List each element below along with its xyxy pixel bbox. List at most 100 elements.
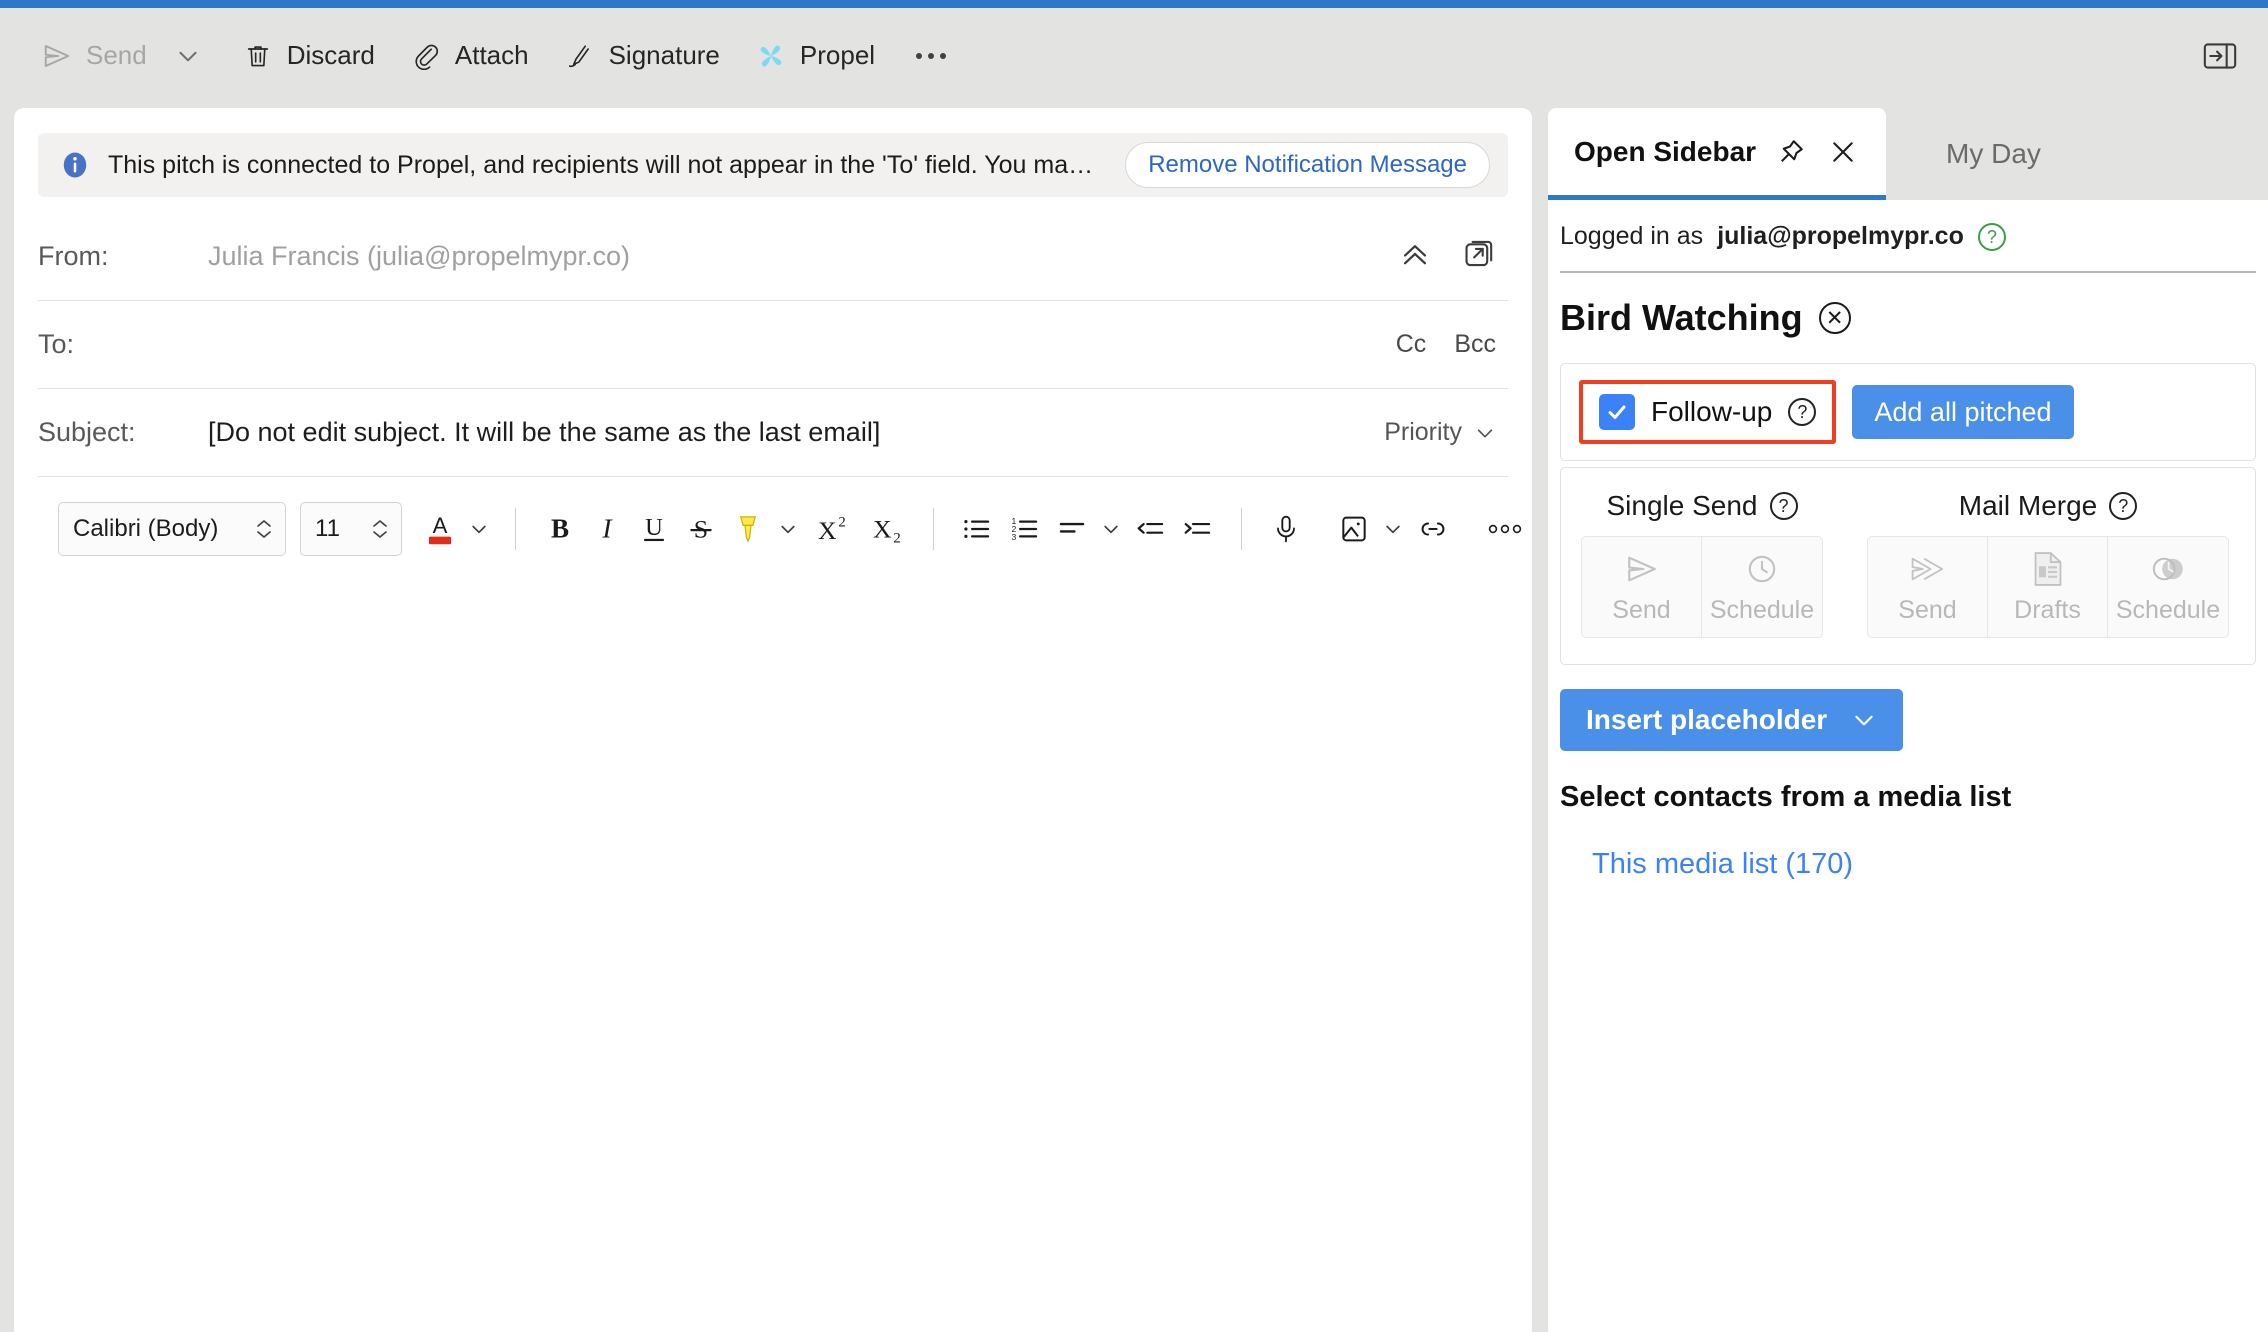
formatting-toolbar: Calibri (Body) 11 A B I U X 2 X 2 1 2 3 (58, 499, 1532, 559)
mail-merge-drafts-button[interactable]: Drafts (1988, 537, 2108, 637)
bold-icon: B (551, 514, 569, 544)
logged-in-prefix: Logged in as (1560, 222, 1704, 250)
close-icon[interactable] (1826, 135, 1860, 169)
priority-dropdown[interactable]: Priority (1384, 418, 1508, 447)
chevron-down-icon (472, 525, 486, 534)
mail-merge-send-button[interactable]: Send (1868, 537, 1988, 637)
bcc-button[interactable]: Bcc (1454, 330, 1496, 359)
from-row-icons (1398, 237, 1508, 276)
insert-picture-button[interactable] (1330, 502, 1377, 556)
check-icon (1608, 405, 1626, 419)
from-field-row[interactable]: From: Julia Francis (julia@propelmypr.co… (38, 213, 1508, 301)
dictate-button[interactable] (1262, 502, 1309, 556)
single-send-schedule-label: Schedule (1709, 595, 1815, 624)
font-color-caret[interactable] (463, 502, 495, 556)
propel-button[interactable]: Propel (738, 27, 893, 85)
info-icon (60, 150, 90, 180)
media-list-link[interactable]: This media list (170) (1558, 814, 2258, 881)
single-send-send-label: Send (1612, 595, 1671, 624)
merge-clock-icon (2150, 550, 2186, 588)
message-body-editor[interactable] (14, 559, 1532, 1259)
single-send-group: Single Send ? Send Schedule (1581, 490, 1823, 638)
propel-sidebar: Open Sidebar My Day Logged in as julia@p… (1548, 108, 2268, 1332)
single-send-send-button[interactable]: Send (1582, 537, 1702, 637)
highlight-caret[interactable] (772, 502, 804, 556)
propel-label: Propel (799, 40, 876, 70)
discard-button[interactable]: Discard (225, 27, 393, 85)
mail-merge-title: Mail Merge (1958, 490, 2098, 521)
send-button[interactable]: Send (24, 27, 165, 85)
mail-merge-group: Mail Merge ? Send Drafts Schedule (1867, 490, 2229, 638)
chevron-down-icon (373, 531, 387, 538)
chevron-down-icon (257, 531, 271, 538)
chevron-down-icon (780, 525, 795, 534)
toolbar-divider (515, 508, 517, 550)
insert-placeholder-button[interactable]: Insert placeholder (1560, 689, 1904, 751)
link-icon (1421, 522, 1445, 536)
clear-circle-icon[interactable]: ✕ (1818, 302, 1851, 334)
tab-open-sidebar[interactable]: Open Sidebar (1548, 108, 1887, 200)
font-color-icon: A (428, 513, 451, 545)
more-formatting-button[interactable] (1477, 502, 1532, 556)
svg-text:2: 2 (838, 515, 845, 531)
cc-bcc-group: Cc Bcc (1396, 330, 1508, 359)
decrease-indent-button[interactable] (1127, 502, 1174, 556)
sidebar-content: Logged in as julia@propelmypr.co ? Bird … (1548, 200, 2268, 1332)
single-send-help-circle-icon[interactable]: ? (1769, 492, 1798, 520)
highlight-button[interactable] (725, 502, 772, 556)
strikethrough-button[interactable]: S (677, 502, 724, 556)
remove-notification-message-button[interactable]: Remove Notification Message (1125, 142, 1490, 188)
logged-in-status: Logged in as julia@propelmypr.co ? (1560, 200, 2256, 273)
font-color-button[interactable]: A (416, 502, 463, 556)
bold-button[interactable]: B (536, 502, 583, 556)
numbered-list-button[interactable]: 123 (1001, 502, 1048, 556)
add-all-pitched-button[interactable]: Add all pitched (1852, 385, 2074, 439)
mail-merge-schedule-button[interactable]: Schedule (2108, 537, 2228, 637)
single-send-title-row: Single Send ? (1606, 490, 1798, 522)
underline-button[interactable]: U (630, 502, 677, 556)
draft-document-glyph (2034, 551, 2061, 586)
svg-text:2: 2 (893, 531, 900, 545)
font-family-select[interactable]: Calibri (Body) (58, 502, 286, 556)
tab-my-day[interactable]: My Day (1920, 108, 2067, 200)
collapse-headers-button[interactable] (1398, 237, 1432, 276)
svg-text:X: X (873, 515, 892, 544)
subject-field-row[interactable]: Subject: [Do not edit subject. It will b… (38, 389, 1508, 477)
align-caret[interactable] (1095, 502, 1127, 556)
followup-help-circle-icon[interactable]: ? (1788, 398, 1817, 426)
bulleted-list-button[interactable] (954, 502, 1001, 556)
superscript-button[interactable]: X2 (804, 502, 859, 556)
insert-picture-caret[interactable] (1377, 502, 1409, 556)
followup-checkbox[interactable] (1599, 394, 1635, 430)
pin-icon[interactable] (1774, 135, 1808, 169)
send-options-caret[interactable] (165, 27, 211, 85)
insert-link-button[interactable] (1409, 502, 1456, 556)
to-field-row[interactable]: To: Cc Bcc (38, 301, 1508, 389)
more-commands-button[interactable] (903, 27, 959, 85)
increase-indent-button[interactable] (1174, 502, 1221, 556)
font-family-stepper[interactable] (251, 518, 277, 540)
font-size-stepper[interactable] (367, 518, 393, 540)
subscript-button[interactable]: X2 (858, 502, 913, 556)
single-send-schedule-button[interactable]: Schedule (1702, 537, 1822, 637)
single-send-title: Single Send (1606, 490, 1758, 521)
open-in-side-panel-button[interactable] (2198, 34, 2242, 78)
mail-merge-send-label: Send (1898, 595, 1957, 624)
cc-button[interactable]: Cc (1396, 330, 1427, 359)
italic-button[interactable]: I (583, 502, 630, 556)
send-double-icon (1910, 550, 1946, 588)
priority-label: Priority (1384, 418, 1462, 446)
align-button[interactable] (1048, 502, 1095, 556)
mail-merge-help-circle-icon[interactable]: ? (2109, 492, 2138, 520)
bulleted-list-icon (964, 520, 990, 538)
help-circle-icon[interactable]: ? (1977, 222, 2006, 251)
attach-button[interactable]: Attach (393, 27, 547, 85)
signature-button[interactable]: Signature (547, 27, 738, 85)
picture-icon (1342, 516, 1366, 542)
font-size-select[interactable]: 11 (300, 502, 402, 556)
pop-out-button[interactable] (1462, 237, 1496, 276)
subject-value[interactable]: [Do not edit subject. It will be the sam… (208, 417, 1384, 448)
svg-text:3: 3 (1011, 532, 1016, 542)
align-left-icon (1059, 522, 1084, 533)
microphone-icon (1277, 515, 1295, 543)
